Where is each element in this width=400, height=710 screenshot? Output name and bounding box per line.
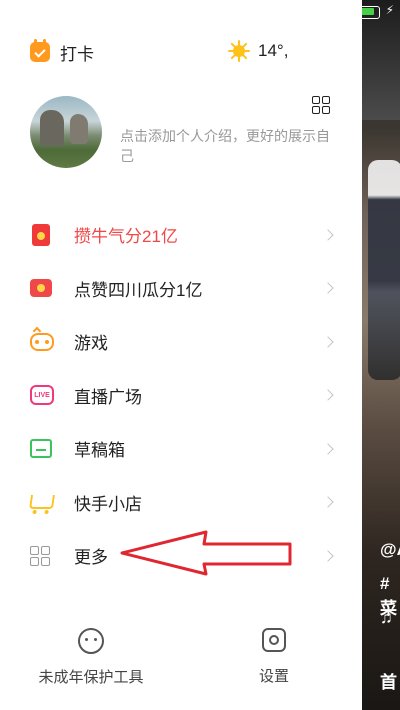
chevron-right-icon xyxy=(322,229,334,241)
menu-item-label: 游戏 xyxy=(74,334,108,354)
chevron-right-icon xyxy=(322,496,334,508)
annotation-arrow xyxy=(120,530,292,576)
menu-item-label: 更多 xyxy=(74,548,108,568)
menu-item-drafts[interactable]: 草稿箱 xyxy=(0,422,362,476)
music-note-icon: ♫ xyxy=(380,608,393,627)
minor-protection-label: 未成年保护工具 xyxy=(38,669,144,686)
menu-item-shop[interactable]: 快手小店 xyxy=(0,476,362,530)
settings-label: 设置 xyxy=(258,668,289,685)
chevron-right-icon xyxy=(322,443,334,455)
menu-item-label: 草稿箱 xyxy=(74,441,125,461)
video-author-handle[interactable]: @A xyxy=(380,540,400,560)
settings-button[interactable]: 设置 xyxy=(250,628,298,686)
charging-icon: ⚡ xyxy=(385,3,394,17)
minor-protection-button[interactable]: 未成年保护工具 xyxy=(36,628,146,687)
weather-widget[interactable]: 14°, xyxy=(228,40,288,62)
home-tab-label[interactable]: 首 xyxy=(380,668,397,693)
gear-icon xyxy=(262,628,286,652)
menu-item-label: 攒牛气分21亿 xyxy=(74,227,178,247)
chevron-right-icon xyxy=(322,336,334,348)
menu-item-label: 点赞四川瓜分1亿 xyxy=(74,280,203,300)
video-person xyxy=(368,160,400,380)
red-envelope-icon xyxy=(30,279,52,298)
avatar[interactable] xyxy=(30,96,102,168)
bio-placeholder[interactable]: 点击添加个人介绍，更好的展示自己 xyxy=(120,126,340,166)
qr-code-icon[interactable] xyxy=(312,96,330,114)
chevron-right-icon xyxy=(322,389,334,401)
menu-item-label: 快手小店 xyxy=(74,494,142,514)
grid-icon xyxy=(30,545,50,566)
menu-item-games[interactable]: 游戏 xyxy=(0,315,362,369)
folder-icon xyxy=(30,439,52,459)
live-icon: LIVE xyxy=(30,385,54,406)
menu-item-like-sichuan[interactable]: 点赞四川瓜分1亿 xyxy=(0,262,362,316)
calendar-check-icon xyxy=(30,39,50,62)
menu-item-niuqi-points[interactable]: 攒牛气分21亿 xyxy=(0,208,362,262)
checkin-label: 打卡 xyxy=(60,44,94,64)
checkin-button[interactable]: 打卡 xyxy=(30,39,94,64)
sun-icon xyxy=(228,40,250,62)
menu-item-label: 直播广场 xyxy=(74,387,142,407)
profile-section: 点击添加个人介绍，更好的展示自己 xyxy=(30,96,350,176)
menu-item-live-plaza[interactable]: LIVE 直播广场 xyxy=(0,369,362,423)
gamepad-icon xyxy=(30,332,54,351)
side-drawer: 打卡 14°, 点击添加个人介绍，更好的展示自己 攒牛气分21亿 点赞四川瓜分1… xyxy=(0,0,362,710)
menu-list: 攒牛气分21亿 点赞四川瓜分1亿 游戏 LIVE 直播广场 草稿箱 快手小店 更… xyxy=(0,208,362,583)
cart-icon xyxy=(29,495,55,510)
chevron-right-icon xyxy=(322,282,334,294)
child-face-icon xyxy=(78,628,104,654)
red-packet-icon xyxy=(32,223,50,246)
weather-temperature: 14°, xyxy=(258,41,289,60)
chevron-right-icon xyxy=(322,550,334,562)
